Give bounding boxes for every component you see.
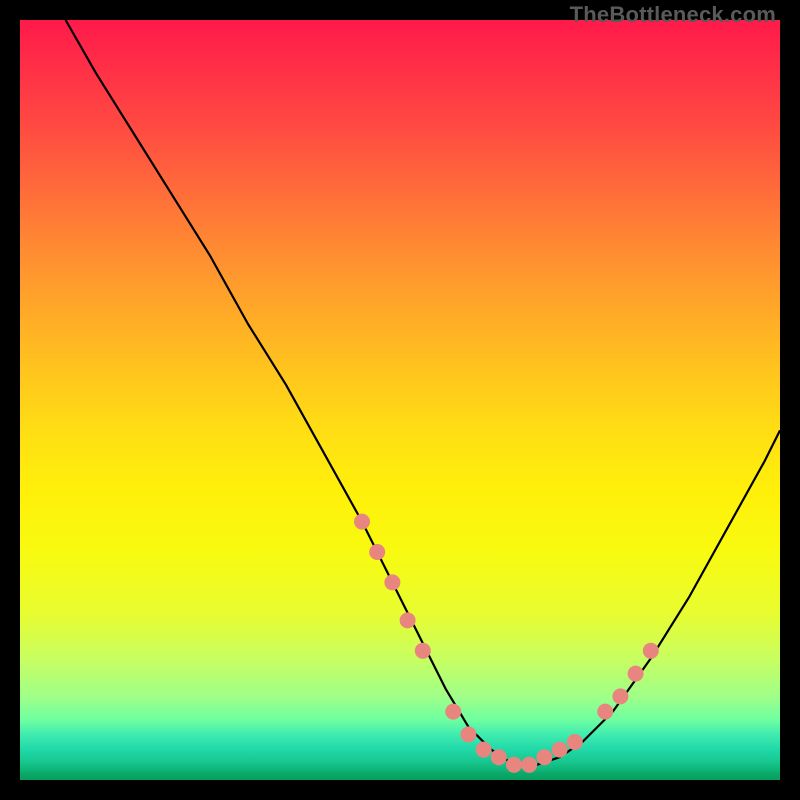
highlight-dot (476, 742, 492, 758)
chart-frame (20, 20, 780, 780)
highlight-dot (597, 704, 613, 720)
highlight-dots (354, 514, 659, 773)
highlight-dot (612, 688, 628, 704)
highlight-dot (460, 726, 476, 742)
highlight-dot (445, 704, 461, 720)
highlight-dot (415, 643, 431, 659)
highlight-dot (384, 574, 400, 590)
highlight-dot (552, 742, 568, 758)
highlight-dot (521, 757, 537, 773)
highlight-dot (506, 757, 522, 773)
highlight-dot (400, 612, 416, 628)
chart-svg (20, 20, 780, 780)
highlight-dot (643, 643, 659, 659)
plot-area (20, 20, 780, 780)
highlight-dot (628, 666, 644, 682)
highlight-dot (491, 749, 507, 765)
highlight-dot (354, 514, 370, 530)
highlight-dot (536, 749, 552, 765)
highlight-dot (567, 734, 583, 750)
highlight-dot (369, 544, 385, 560)
watermark-text: TheBottleneck.com (570, 2, 776, 28)
